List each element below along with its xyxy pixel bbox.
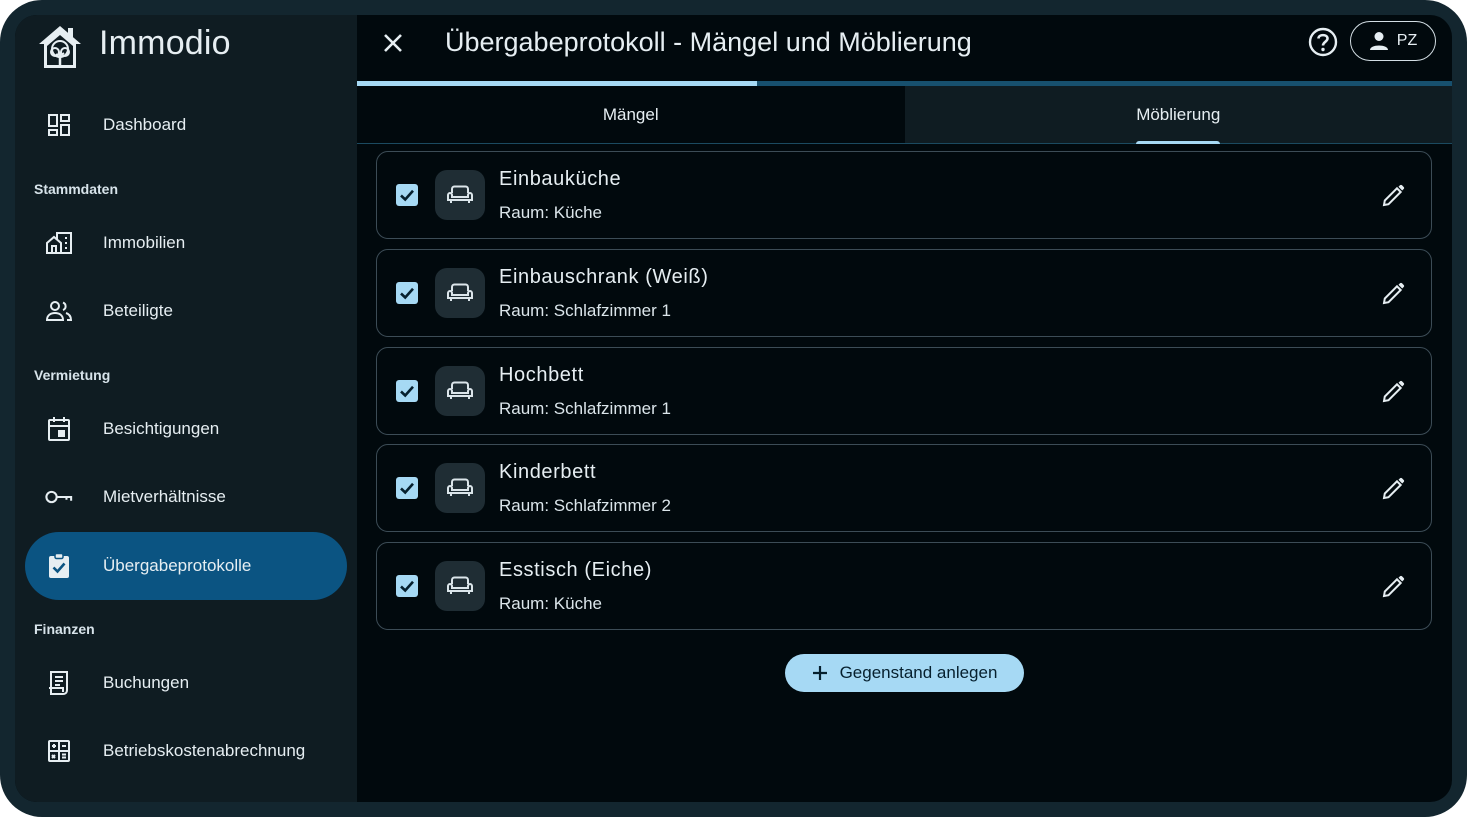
edit-button[interactable] <box>1377 473 1409 505</box>
item-name: Kinderbett <box>499 461 597 484</box>
sidebar-item-uebergabeprotokolle[interactable]: Übergabeprotokolle <box>25 532 347 600</box>
edit-button[interactable] <box>1377 376 1409 408</box>
help-icon <box>1308 27 1338 57</box>
pencil-icon <box>1382 380 1405 402</box>
people-icon <box>45 297 73 325</box>
pencil-icon <box>1382 478 1405 500</box>
list-item: Einbauschrank (Weiß) Raum: Schlafzimmer … <box>376 248 1432 337</box>
clipboard-check-icon <box>45 552 73 580</box>
tab-active-indicator <box>1136 141 1221 144</box>
building-icon <box>45 229 73 257</box>
tab-bar: Mängel Möblierung <box>357 86 1452 144</box>
sidebar-item-beteiligte[interactable]: Beteiligte <box>25 277 347 345</box>
sidebar-item-betriebskostenabrechnung[interactable]: Betriebskostenabrechnung <box>25 717 347 785</box>
sidebar-item-buchungen[interactable]: Buchungen <box>25 649 347 717</box>
add-item-label: Gegenstand anlegen <box>839 663 998 682</box>
item-checkbox[interactable] <box>396 575 418 597</box>
sofa-icon <box>435 365 485 416</box>
check-icon <box>400 385 414 397</box>
check-icon <box>400 287 414 300</box>
item-name: Einbauschrank (Weiß) <box>499 265 709 288</box>
sidebar-item-label: Betriebskostenabrechnung <box>103 741 306 760</box>
app-logo <box>35 19 85 75</box>
app-screen: Immodio Dashboard Stammdaten Immobilien … <box>15 15 1452 802</box>
house-tree-icon <box>39 26 81 68</box>
list-item: Hochbett Raum: Schlafzimmer 1 <box>376 346 1432 435</box>
sidebar-item-dashboard[interactable]: Dashboard <box>25 91 347 159</box>
sofa-icon <box>435 267 485 318</box>
page-title: Übergabeprotokoll - Mängel und Möblierun… <box>445 27 972 57</box>
close-button[interactable] <box>377 27 409 59</box>
sidebar-item-label: Immobilien <box>103 233 186 252</box>
tab-maengel[interactable]: Mängel <box>357 86 905 143</box>
pencil-icon <box>1382 575 1405 598</box>
close-icon <box>384 34 402 52</box>
section-finanzen: Finanzen <box>34 621 95 637</box>
sidebar-item-mietverhaeltnisse[interactable]: Mietverhältnisse <box>25 463 347 531</box>
calculator-icon <box>45 737 73 765</box>
tab-label: Möblierung <box>1136 104 1221 124</box>
list-item: Esstisch (Eiche) Raum: Küche <box>376 542 1432 630</box>
item-name: Esstisch (Eiche) <box>499 559 652 581</box>
user-menu-button[interactable]: PZ <box>1350 21 1436 61</box>
tab-label: Mängel <box>602 104 659 124</box>
user-initials: PZ <box>1396 32 1418 49</box>
app-name: Immodio <box>99 24 231 62</box>
edit-button[interactable] <box>1377 278 1409 310</box>
item-checkbox[interactable] <box>396 281 418 304</box>
help-button[interactable] <box>1307 26 1339 58</box>
list-item: Einbauküche Raum: Küche <box>376 151 1432 239</box>
item-room: Raum: Schlafzimmer 2 <box>499 496 671 516</box>
sidebar-item-label: Mietverhältnisse <box>103 487 226 506</box>
person-icon <box>1369 32 1388 50</box>
sidebar-item-immobilien[interactable]: Immobilien <box>25 209 347 277</box>
check-icon <box>400 189 414 202</box>
tab-moeblierung[interactable]: Möblierung <box>904 86 1452 144</box>
edit-button[interactable] <box>1377 180 1409 212</box>
section-vermietung: Vermietung <box>34 367 111 383</box>
add-item-button[interactable]: Gegenstand anlegen <box>785 654 1024 692</box>
sofa-icon <box>435 170 485 220</box>
sidebar: Immodio Dashboard Stammdaten Immobilien … <box>15 15 357 802</box>
pencil-icon <box>1382 184 1405 207</box>
item-checkbox[interactable] <box>396 184 418 206</box>
sidebar-item-label: Dashboard <box>103 115 187 134</box>
item-room: Raum: Küche <box>499 594 602 613</box>
sidebar-item-label: Buchungen <box>103 673 190 692</box>
pencil-icon <box>1382 282 1405 304</box>
sidebar-item-label: Übergabeprotokolle <box>103 556 252 575</box>
sidebar-item-besichtigungen[interactable]: Besichtigungen <box>25 395 347 463</box>
receipt-icon <box>45 669 73 697</box>
item-checkbox[interactable] <box>396 379 418 402</box>
sofa-icon <box>435 463 485 514</box>
item-room: Raum: Schlafzimmer 1 <box>499 398 671 418</box>
sidebar-item-label: Besichtigungen <box>103 419 220 438</box>
section-stammdaten: Stammdaten <box>34 181 119 197</box>
sofa-icon <box>435 561 485 611</box>
edit-button[interactable] <box>1377 571 1409 603</box>
key-icon <box>45 483 73 511</box>
sidebar-item-label: Beteiligte <box>103 301 173 320</box>
calendar-icon <box>45 415 73 443</box>
dashboard-icon <box>45 111 73 139</box>
device-frame: Immodio Dashboard Stammdaten Immobilien … <box>0 0 1467 817</box>
item-room: Raum: Küche <box>499 203 602 222</box>
check-icon <box>400 483 414 495</box>
item-checkbox[interactable] <box>396 477 418 500</box>
item-room: Raum: Schlafzimmer 1 <box>499 300 671 320</box>
list-item: Kinderbett Raum: Schlafzimmer 2 <box>376 444 1432 533</box>
check-icon <box>400 580 414 593</box>
item-name: Hochbett <box>499 363 584 386</box>
item-name: Einbauküche <box>499 168 622 190</box>
plus-icon <box>812 666 827 680</box>
